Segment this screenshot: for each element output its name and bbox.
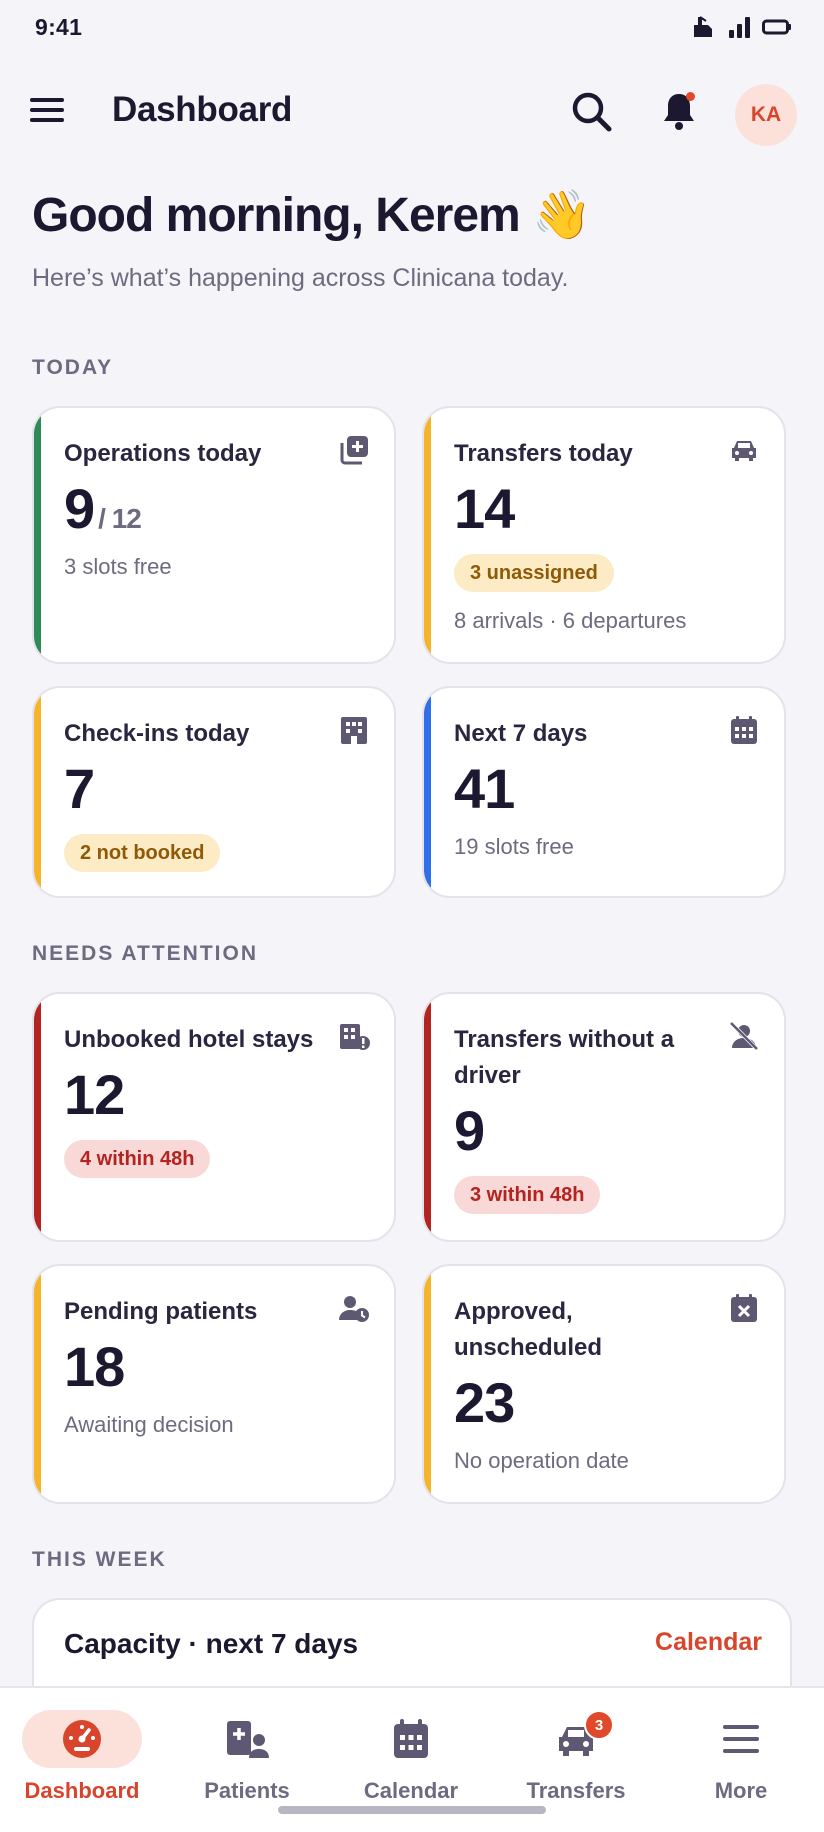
person-clock-icon — [339, 1296, 369, 1322]
card-accent — [424, 1266, 431, 1502]
greeting-title: Good morning, Kerem 👋 — [32, 189, 592, 242]
card-title: Transfers today — [454, 440, 633, 467]
card-operations-today[interactable]: Operations today 9/ 12 3 slots free — [32, 406, 396, 664]
card-accent — [424, 688, 431, 896]
battery-icon — [762, 19, 791, 35]
nav-label: Patients — [204, 1778, 290, 1803]
card-title: Operations today — [64, 440, 262, 467]
status-time: 9:41 — [35, 14, 83, 40]
card-value: 9/ 12 — [64, 476, 142, 541]
calendar-link[interactable]: Calendar — [655, 1628, 762, 1657]
nav-calendar[interactable]: Calendar — [329, 1688, 493, 1818]
nav-label: Transfers — [526, 1778, 626, 1803]
notification-status-icon — [694, 16, 712, 37]
card-value: 14 — [454, 477, 515, 540]
calendar-icon — [731, 716, 757, 744]
card-value: 7 — [64, 757, 95, 820]
card-title: Check-ins today — [64, 720, 250, 747]
bell-icon — [664, 94, 694, 130]
transfers-count-badge: 3 — [584, 1710, 614, 1740]
app-header: Dashboard KA — [0, 70, 824, 154]
nav-transfers[interactable]: 3 Transfers — [494, 1688, 658, 1818]
card-title: Pending patients — [64, 1298, 258, 1325]
nav-pill — [681, 1710, 801, 1768]
card-accent — [424, 408, 431, 662]
card-accent — [34, 1266, 41, 1502]
nav-label: More — [714, 1778, 768, 1803]
card-value: 41 — [454, 757, 515, 820]
status-badge: 4 within 48h — [64, 1140, 211, 1178]
nav-label: Dashboard — [24, 1778, 140, 1803]
card-value: 23 — [454, 1371, 515, 1434]
person-off-icon — [729, 1021, 759, 1051]
calendar-icon — [394, 1719, 428, 1758]
card-value: 12 — [64, 1063, 125, 1126]
card-checkins-today[interactable]: Check-ins today 7 2 not booked — [32, 686, 396, 898]
card-title: Approved, unscheduled — [454, 1298, 603, 1361]
status-badge: 2 not booked — [64, 834, 221, 872]
card-title: Unbooked hotel stays — [64, 1026, 314, 1053]
status-icons — [690, 15, 792, 39]
card-accent — [34, 994, 41, 1240]
card-pending-patients[interactable]: Pending patients 18 Awaiting decision — [32, 1264, 396, 1504]
nav-patients[interactable]: Patients — [165, 1688, 329, 1818]
operations-total: / 12 — [98, 503, 142, 534]
card-title: Transfers without a driver — [454, 1026, 675, 1089]
gauge-icon — [63, 1720, 101, 1758]
status-badge: 3 unassigned — [454, 554, 614, 592]
nav-more[interactable]: More — [659, 1688, 823, 1818]
section-today: TODAY — [32, 356, 114, 379]
search-icon[interactable] — [568, 88, 614, 134]
card-subtext: 19 slots free — [454, 834, 574, 859]
card-subtext: No operation date — [454, 1448, 629, 1473]
card-accent — [34, 688, 41, 896]
card-title: Next 7 days — [454, 720, 588, 747]
menu-icon — [723, 1725, 759, 1753]
section-this-week: THIS WEEK — [32, 1548, 167, 1571]
section-needs-attention: NEEDS ATTENTION — [32, 942, 259, 965]
car-icon — [732, 441, 756, 461]
page-title: Dashboard — [112, 90, 293, 129]
card-transfers-without-driver[interactable]: Transfers without a driver 9 3 within 48… — [422, 992, 786, 1242]
card-accent — [424, 994, 431, 1240]
nav-dashboard[interactable]: Dashboard — [0, 1688, 164, 1818]
greeting-subtitle: Here’s what’s happening across Clinicana… — [32, 264, 569, 292]
signal-icon — [729, 17, 750, 38]
card-next-7-days[interactable]: Next 7 days 41 19 slots free — [422, 686, 786, 898]
avatar[interactable]: KA — [735, 84, 797, 146]
menu-icon[interactable] — [28, 90, 68, 130]
card-unbooked-hotel-stays[interactable]: Unbooked hotel stays 12 4 within 48h — [32, 992, 396, 1242]
nav-label: Calendar — [363, 1778, 459, 1803]
add-copy-icon — [340, 436, 368, 465]
card-value: 18 — [64, 1335, 125, 1398]
home-indicator — [278, 1806, 546, 1814]
building-icon — [341, 717, 367, 744]
card-subtext: 3 slots free — [64, 554, 172, 579]
nav-pill — [351, 1710, 471, 1768]
notification-dot — [686, 92, 695, 101]
card-transfers-today[interactable]: Transfers today 14 3 unassigned 8 arriva… — [422, 406, 786, 664]
card-accent — [34, 408, 41, 662]
notifications-button[interactable] — [656, 88, 702, 134]
nav-pill: 3 — [516, 1710, 636, 1768]
status-badge: 3 within 48h — [454, 1176, 601, 1214]
card-subtext: 8 arrivals · 6 departures — [454, 608, 687, 633]
calendar-remove-icon — [731, 1294, 757, 1322]
patients-icon — [227, 1721, 269, 1758]
capacity-title: Capacity · next 7 days — [64, 1628, 359, 1659]
card-value: 9 — [454, 1099, 485, 1162]
card-approved-unscheduled[interactable]: Approved, unscheduled 23 No operation da… — [422, 1264, 786, 1504]
nav-pill — [187, 1710, 307, 1768]
nav-pill — [22, 1710, 142, 1768]
operations-count: 9 — [64, 477, 95, 540]
hotel-alert-icon — [340, 1024, 370, 1050]
card-subtext: Awaiting decision — [64, 1412, 234, 1437]
status-bar: 9:41 — [0, 0, 824, 56]
